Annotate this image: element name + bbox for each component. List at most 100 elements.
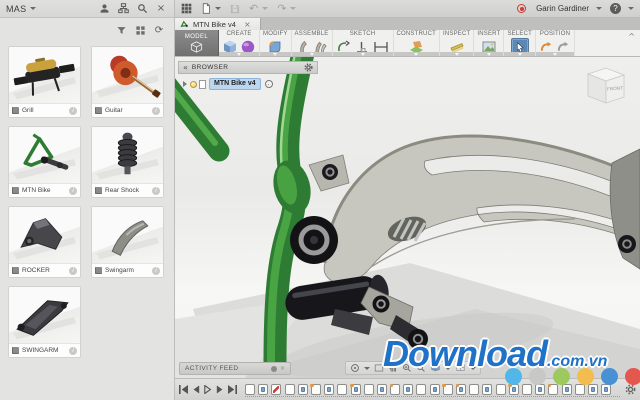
timeline-feature-icon[interactable] xyxy=(351,384,361,395)
activity-feed-bar[interactable]: ACTIVITY FEED × xyxy=(179,362,291,375)
grid-view-icon[interactable] xyxy=(133,23,147,37)
timeline-feature-icon[interactable] xyxy=(522,384,532,395)
display-settings-icon[interactable] xyxy=(430,363,451,373)
timeline-feature-icon[interactable] xyxy=(311,384,321,395)
timeline-track[interactable] xyxy=(245,382,620,397)
browser-root-row[interactable]: MTN Bike v4 xyxy=(178,78,318,90)
timeline-feature-icon[interactable] xyxy=(245,384,255,395)
activate-component-icon[interactable] xyxy=(265,80,273,88)
pan-icon[interactable] xyxy=(388,363,398,373)
sketch-dimension-icon[interactable] xyxy=(372,39,390,55)
browser-header[interactable]: « BROWSER xyxy=(178,61,318,74)
search-icon[interactable] xyxy=(135,2,149,16)
card-rear-shock[interactable]: Rear Shock i xyxy=(91,126,164,198)
ribbon-collapse-icon[interactable]: ^ xyxy=(623,30,640,43)
help-icon[interactable]: ? xyxy=(610,3,621,14)
hierarchy-icon[interactable] xyxy=(116,2,130,16)
timeline-feature-icon[interactable] xyxy=(496,384,506,395)
play-back-icon[interactable] xyxy=(204,385,212,394)
ribbon-group-inspect[interactable]: INSPECT xyxy=(440,30,474,56)
timeline-feature-icon[interactable] xyxy=(298,384,308,395)
tab-mtn-bike-v4[interactable]: MTN Bike v4 × xyxy=(175,18,261,30)
ribbon-group-assemble[interactable]: ASSEMBLE xyxy=(292,30,333,56)
app-grid-icon[interactable] xyxy=(181,3,192,14)
card-swingarm-2[interactable]: SWINGARM i xyxy=(8,286,81,358)
info-icon[interactable]: i xyxy=(69,107,77,115)
view-cube[interactable]: FRONT xyxy=(578,60,630,110)
tab-close-icon[interactable]: × xyxy=(244,20,251,29)
sketch-spline-icon[interactable] xyxy=(336,39,352,55)
activity-feed-close-icon[interactable]: × xyxy=(280,365,285,372)
close-panel-icon[interactable]: × xyxy=(154,2,168,16)
timeline-feature-icon[interactable] xyxy=(337,384,347,395)
skip-to-start-icon[interactable] xyxy=(179,385,188,394)
assemble-asbuilt-joint-icon[interactable] xyxy=(313,39,328,55)
timeline-feature-icon[interactable] xyxy=(285,384,295,395)
activity-feed-status-icon[interactable] xyxy=(271,366,277,372)
project-caret-icon[interactable] xyxy=(30,7,36,10)
save-icon[interactable] xyxy=(230,4,240,14)
info-icon[interactable]: i xyxy=(152,107,160,115)
card-swingarm[interactable]: Swingarm i xyxy=(91,206,164,278)
assemble-joint-icon[interactable] xyxy=(296,39,311,55)
timeline-feature-icon[interactable] xyxy=(601,384,611,395)
skip-to-end-icon[interactable] xyxy=(228,385,237,394)
ribbon-group-sketch[interactable]: SKETCH xyxy=(333,30,394,56)
timeline-feature-icon[interactable] xyxy=(588,384,598,395)
model-workspace-button[interactable]: MODEL xyxy=(175,30,219,56)
collapse-browser-icon[interactable]: « xyxy=(183,64,188,72)
look-at-icon[interactable] xyxy=(374,363,384,373)
ribbon-group-position[interactable]: POSITION xyxy=(536,30,575,56)
create-sphere-icon[interactable] xyxy=(240,39,256,55)
zoom-window-icon[interactable] xyxy=(416,363,426,373)
info-icon[interactable]: i xyxy=(69,347,77,355)
timeline-feature-icon[interactable] xyxy=(390,384,400,395)
timeline-feature-icon[interactable] xyxy=(416,384,426,395)
ribbon-group-modify[interactable]: MODIFY xyxy=(260,30,292,56)
position-move-icon[interactable] xyxy=(539,39,554,55)
timeline-feature-icon[interactable] xyxy=(562,384,572,395)
timeline-feature-icon[interactable] xyxy=(377,384,387,395)
timeline-feature-icon[interactable] xyxy=(575,384,585,395)
filter-icon[interactable] xyxy=(114,23,128,37)
undo-icon[interactable]: ↶ xyxy=(249,2,268,15)
timeline-feature-icon[interactable] xyxy=(271,384,281,395)
create-box-icon[interactable] xyxy=(222,39,238,55)
timeline-feature-icon[interactable] xyxy=(535,384,545,395)
timeline-feature-icon[interactable] xyxy=(456,384,466,395)
timeline-feature-icon[interactable] xyxy=(364,384,374,395)
help-caret-icon[interactable] xyxy=(628,7,634,10)
timeline-feature-icon[interactable] xyxy=(443,384,453,395)
timeline-feature-icon[interactable] xyxy=(509,384,519,395)
step-forward-icon[interactable] xyxy=(216,385,224,394)
browser-settings-gear-icon[interactable] xyxy=(304,63,313,72)
orbit-icon[interactable] xyxy=(350,363,370,373)
timeline-feature-icon[interactable] xyxy=(430,384,440,395)
live-record-icon[interactable] xyxy=(517,4,526,13)
info-icon[interactable]: i xyxy=(69,187,77,195)
model-canvas[interactable]: « BROWSER MTN Bike v4 xyxy=(175,57,640,378)
timeline-feature-icon[interactable] xyxy=(482,384,492,395)
grid-layout-icon[interactable] xyxy=(455,363,476,373)
timeline-settings-gear-icon[interactable] xyxy=(625,384,636,395)
timeline-feature-icon[interactable] xyxy=(403,384,413,395)
timeline-feature-icon[interactable] xyxy=(258,384,268,395)
step-back-icon[interactable] xyxy=(192,385,200,394)
info-icon[interactable]: i xyxy=(152,187,160,195)
browser-root-item[interactable]: MTN Bike v4 xyxy=(209,78,261,90)
user-name[interactable]: Garin Gardiner xyxy=(536,4,589,13)
zoom-in-icon[interactable] xyxy=(402,363,412,373)
3d-model-viewport[interactable] xyxy=(175,57,640,378)
ribbon-group-insert[interactable]: INSERT xyxy=(474,30,504,56)
project-title[interactable]: MAS xyxy=(6,4,26,14)
redo-icon[interactable]: ↷ xyxy=(277,2,296,15)
timeline-feature-icon[interactable] xyxy=(469,384,479,395)
timeline-feature-icon[interactable] xyxy=(324,384,334,395)
refresh-icon[interactable]: ⟳ xyxy=(152,23,166,37)
card-grill[interactable]: Grill i xyxy=(8,46,81,118)
expand-node-icon[interactable] xyxy=(183,81,187,87)
card-guitar[interactable]: Guitar i xyxy=(91,46,164,118)
timeline-feature-icon[interactable] xyxy=(548,384,558,395)
file-menu-icon[interactable] xyxy=(201,3,221,14)
ribbon-group-select[interactable]: SELECT xyxy=(504,30,536,56)
